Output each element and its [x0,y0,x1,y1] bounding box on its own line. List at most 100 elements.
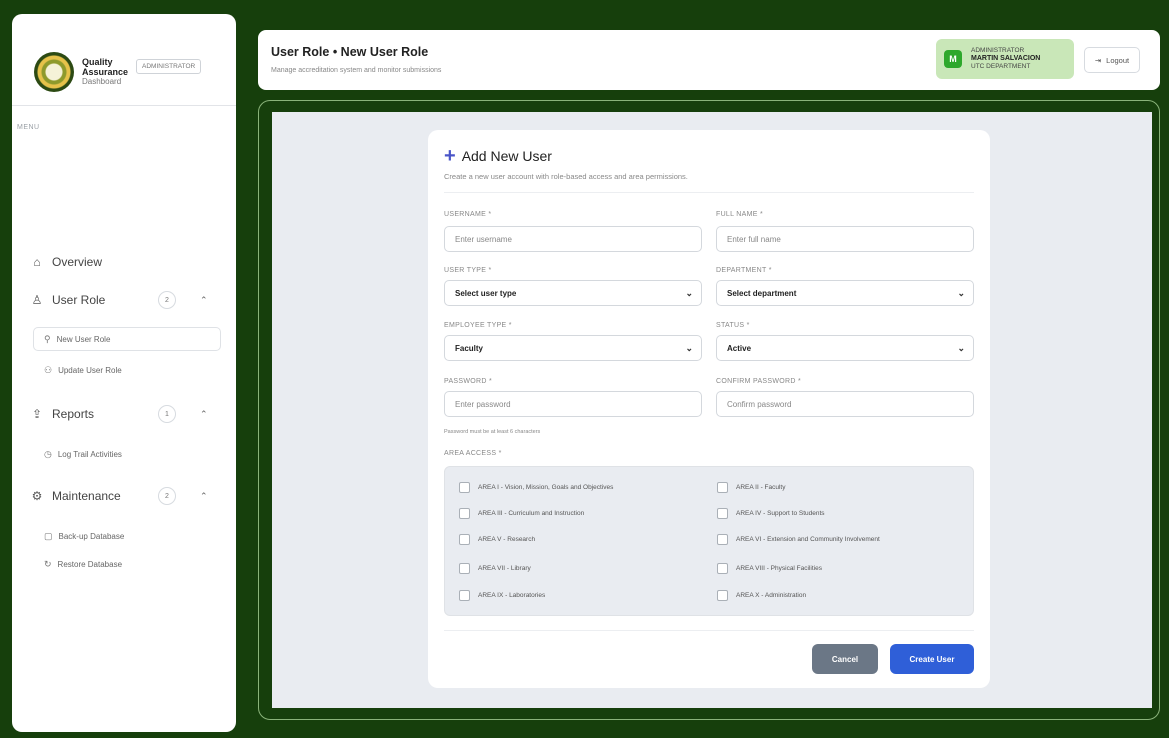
page-title: User Role • New User Role [271,45,429,59]
cancel-button[interactable]: Cancel [812,644,878,674]
department-value: Select department [727,288,797,298]
username-label: USERNAME * [444,211,492,218]
area-label: AREA VII - Library [478,565,531,572]
create-user-button[interactable]: Create User [890,644,974,674]
area-label: AREA III - Curriculum and Instruction [478,510,585,517]
database-icon: ▢ [44,531,53,541]
username-input[interactable]: Enter username [444,226,702,252]
area-checkbox-item[interactable]: AREA VI - Extension and Community Involv… [717,534,880,545]
sidebar-subitem-log-trail[interactable]: ◷ Log Trail Activities [44,449,122,460]
sidebar-subitem-backup-database[interactable]: ▢ Back-up Database [44,531,124,542]
sidebar-item-label: User Role [52,293,106,307]
area-checkbox-item[interactable]: AREA I - Vision, Mission, Goals and Obje… [459,482,613,493]
add-user-card: + Add New User Create a new user account… [428,130,990,688]
checkbox[interactable] [717,508,728,519]
area-access-box: AREA I - Vision, Mission, Goals and Obje… [444,466,974,616]
sidebar-subitem-restore-database[interactable]: ↻ Restore Database [44,559,122,570]
sidebar-item-label: Maintenance [52,489,121,503]
checkbox[interactable] [459,508,470,519]
top-header: User Role • New User Role Manage accredi… [258,30,1160,90]
logout-label: Logout [1106,55,1130,65]
checkbox[interactable] [717,482,728,493]
area-checkbox-item[interactable]: AREA VII - Library [459,563,531,574]
password-hint: Password must be at least 6 characters [444,429,541,435]
card-title-text: Add New User [461,148,552,164]
refresh-icon: ↻ [44,559,52,569]
employeetype-select[interactable]: Faculty ⌄ [444,335,702,361]
area-checkbox-item[interactable]: AREA III - Curriculum and Instruction [459,508,584,519]
sidebar-subitem-label: Back-up Database [58,532,125,541]
area-label: AREA II - Faculty [736,484,786,491]
checkbox[interactable] [459,590,470,601]
chevron-up-icon[interactable]: ⌃ [200,409,208,420]
chevron-down-icon: ⌄ [685,288,693,298]
department-select[interactable]: Select department ⌄ [716,280,974,306]
avatar: M [944,50,962,68]
sidebar-subitem-label: Update User Role [58,366,122,375]
clock-icon: ◷ [44,449,52,459]
checkbox[interactable] [459,534,470,545]
gear-icon: ⚙ [31,489,43,503]
upload-icon: ⇪ [31,407,43,421]
confirm-password-label: CONFIRM PASSWORD * [716,378,801,385]
brand-subtitle: Dashboard [82,76,122,86]
home-icon: ⌂ [33,255,41,269]
employeetype-value: Faculty [455,343,484,353]
area-label: AREA I - Vision, Mission, Goals and Obje… [478,484,614,491]
user-name: MARTIN SALVACION [971,55,1041,62]
area-checkbox-item[interactable]: AREA VIII - Physical Facilities [717,563,822,574]
sidebar-subitem-new-user-role[interactable]: ⚲ New User Role [33,327,221,351]
brand: Quality Assurance Dashboard ADMINISTRATO… [12,14,236,106]
status-label: STATUS * [716,322,750,329]
confirm-password-input[interactable]: Confirm password [716,391,974,417]
user-info: ADMINISTRATOR MARTIN SALVACION UTC DEPAR… [971,47,1040,71]
brand-title-line-2: Assurance [82,66,129,77]
sidebar-item-label: Reports [52,407,95,421]
area-checkbox-item[interactable]: AREA IV - Support to Students [717,508,825,519]
checkbox[interactable] [717,563,728,574]
usertype-label: USER TYPE * [444,267,492,274]
fullname-input[interactable]: Enter full name [716,226,974,252]
user-plus-icon: ⚲ [44,333,51,344]
chevron-up-icon[interactable]: ⌃ [200,295,208,306]
divider [444,630,974,631]
sidebar-item-maintenance[interactable]: ⚙ Maintenance [30,489,121,503]
brand-title-line-1: Quality [82,56,113,67]
sidebar-subitem-label: Restore Database [57,560,123,569]
maintenance-count-badge: 2 [158,487,176,505]
sidebar-item-label: Overview [52,255,103,269]
sidebar-subitem-label: Log Trail Activities [57,450,122,459]
department-label: DEPARTMENT * [716,267,772,274]
area-checkbox-item[interactable]: AREA V - Research [459,534,535,545]
logout-icon: ⇥ [1094,55,1102,65]
area-access-label: AREA ACCESS * [444,450,502,457]
area-checkbox-item[interactable]: AREA X - Administration [717,590,806,601]
user-department: UTC DEPARTMENT [971,63,1031,70]
sidebar-item-overview[interactable]: ⌂ Overview [30,255,102,269]
chevron-down-icon: ⌄ [957,343,965,353]
menu-label: MENU [17,124,40,131]
checkbox[interactable] [459,563,470,574]
sidebar-item-reports[interactable]: ⇪ Reports [30,407,94,421]
user-profile[interactable]: M ADMINISTRATOR MARTIN SALVACION UTC DEP… [936,39,1074,79]
sidebar-subitem-update-user-role[interactable]: ⚇ Update User Role [44,365,122,376]
employeetype-label: EMPLOYEE TYPE * [444,322,512,329]
checkbox[interactable] [717,534,728,545]
card-subtitle: Create a new user account with role-base… [444,172,688,181]
usertype-select[interactable]: Select user type ⌄ [444,280,702,306]
sidebar: Quality Assurance Dashboard ADMINISTRATO… [12,14,236,732]
area-label: AREA VIII - Physical Facilities [736,565,822,572]
area-checkbox-item[interactable]: AREA IX - Laboratories [459,590,545,601]
checkbox[interactable] [459,482,470,493]
chevron-down-icon: ⌄ [957,288,965,298]
checkbox[interactable] [717,590,728,601]
sidebar-subitem-label: New User Role [56,334,111,344]
users-icon: ⚇ [44,365,53,375]
logout-button[interactable]: ⇥ Logout [1084,47,1140,73]
chevron-up-icon[interactable]: ⌃ [200,491,208,502]
password-input[interactable]: Enter password [444,391,702,417]
area-checkbox-item[interactable]: AREA II - Faculty [717,482,786,493]
divider [444,192,974,193]
status-select[interactable]: Active ⌄ [716,335,974,361]
plus-icon: + [444,145,456,167]
